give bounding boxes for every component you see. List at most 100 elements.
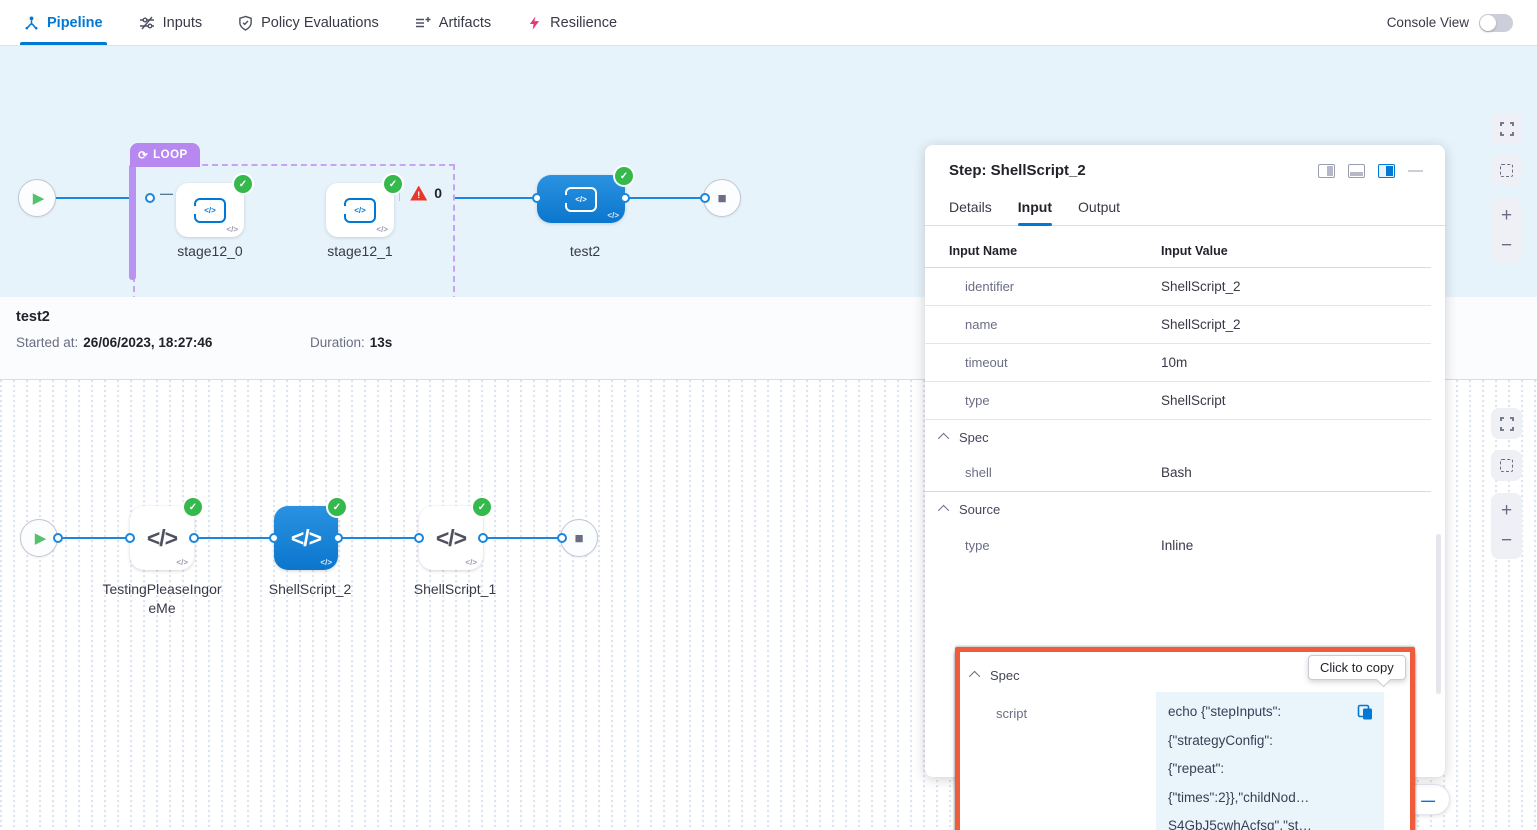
zoom-out-button[interactable]: − (1501, 530, 1512, 552)
error-count: 0 (434, 185, 442, 201)
section-title: Spec (959, 430, 989, 445)
layout-right-active-icon[interactable] (1378, 164, 1395, 178)
collapse-panel-icon[interactable]: — (1421, 792, 1435, 808)
play-icon: ▶ (33, 189, 45, 207)
input-value[interactable]: Bash (1161, 465, 1192, 480)
step-node-testingpleaseingoreme[interactable]: </> ✓ </> (130, 506, 194, 570)
panel-body: Input Name Input Value identifier ShellS… (925, 234, 1445, 768)
input-value[interactable]: Inline (1161, 538, 1193, 553)
inputs-icon (139, 15, 155, 31)
connection-dot (189, 533, 199, 543)
success-badge-icon: ✓ (384, 175, 402, 193)
stage-duration: Duration: 13s (310, 335, 392, 350)
table-row: type Inline (925, 526, 1431, 564)
input-name: script (960, 692, 1156, 830)
step-node-shellscript-1[interactable]: </> ✓ </> (419, 506, 483, 570)
connection-dot (269, 533, 279, 543)
execution-tabs: Pipeline Inputs Policy Evaluations Artif… (24, 0, 617, 45)
step-node-label: ShellScript_2 (250, 580, 370, 599)
tab-inputs-label: Inputs (163, 15, 203, 31)
section-source[interactable]: Source (925, 492, 1445, 526)
tab-resilience[interactable]: Resilience (527, 0, 617, 45)
code-mini-icon: </> (465, 558, 477, 567)
loop-badge-label: LOOP (153, 149, 188, 161)
stage-node-test2-selected[interactable]: </> ✓ </> (537, 175, 625, 223)
stage-node-stage12-0[interactable]: </> ✓ </> (176, 183, 244, 237)
script-line: {"strategyConfig": (1168, 727, 1372, 756)
script-line: {"repeat": (1168, 755, 1372, 784)
input-name: type (925, 393, 1161, 408)
zoom-in-button[interactable]: + (1501, 500, 1512, 522)
script-value-block[interactable]: echo {"stepInputs": {"strategyConfig": {… (1156, 692, 1384, 830)
tab-input[interactable]: Input (1018, 199, 1052, 225)
minimize-panel-icon[interactable]: — (1408, 162, 1423, 179)
stage-node-label: stage12_1 (300, 242, 420, 261)
input-value[interactable]: ShellScript_2 (1161, 279, 1241, 294)
tab-policy-evaluations[interactable]: Policy Evaluations (238, 0, 379, 45)
tab-artifacts-label: Artifacts (439, 15, 491, 31)
custom-stage-icon: </> (194, 198, 226, 223)
column-input-name: Input Name (925, 244, 1161, 258)
fullscreen-button[interactable] (1491, 408, 1522, 439)
selection-mode-button[interactable] (1491, 450, 1522, 481)
console-view-toggle[interactable] (1479, 14, 1513, 32)
input-name: name (925, 317, 1161, 332)
loop-badge: ⟳ LOOP (130, 143, 200, 167)
chevron-up-icon (938, 505, 949, 516)
zoom-control: + − (1491, 493, 1522, 559)
marquee-icon (1500, 459, 1513, 472)
zoom-in-button[interactable]: + (1501, 205, 1512, 227)
top-navigation-bar: Pipeline Inputs Policy Evaluations Artif… (0, 0, 1537, 46)
stage-node-label: stage12_0 (150, 242, 270, 261)
layout-bottom-icon[interactable] (1348, 164, 1365, 178)
stage-node-stage12-1[interactable]: </> ✓ </> (326, 183, 394, 237)
edge (194, 537, 274, 539)
selection-mode-button[interactable] (1491, 155, 1522, 186)
collapse-stage-icon[interactable]: — (160, 186, 173, 201)
resilience-icon (527, 15, 542, 31)
input-value[interactable]: 10m (1161, 355, 1187, 370)
step-node-label: TestingPleaseIngoreMe (102, 580, 222, 618)
success-badge-icon: ✓ (234, 175, 252, 193)
step-node-shellscript-2-selected[interactable]: </> ✓ </> (274, 506, 338, 570)
edge-test2-to-end (625, 197, 705, 199)
fullscreen-button[interactable] (1491, 113, 1522, 144)
tab-pipeline[interactable]: Pipeline (24, 0, 103, 45)
tab-artifacts[interactable]: Artifacts (415, 0, 491, 45)
marquee-icon (1500, 164, 1513, 177)
loop-accent-bar (129, 164, 136, 280)
tab-output[interactable]: Output (1078, 199, 1120, 225)
stage-start-node[interactable]: ▶ (18, 179, 56, 217)
code-mini-icon: </> (376, 225, 388, 234)
started-value: 26/06/2023, 18:27:46 (83, 335, 212, 350)
tab-policy-evaluations-label: Policy Evaluations (261, 15, 379, 31)
tab-resilience-label: Resilience (550, 15, 617, 31)
copy-icon[interactable] (1357, 703, 1374, 732)
custom-stage-icon: </> (344, 198, 376, 223)
pipeline-icon (24, 15, 39, 31)
edge-start-to-loop (56, 197, 133, 199)
success-badge-icon: ✓ (328, 498, 346, 516)
tab-inputs[interactable]: Inputs (139, 0, 203, 45)
section-spec[interactable]: Spec (925, 420, 1445, 454)
error-count-icon: ! (410, 186, 427, 201)
panel-scrollbar[interactable] (1436, 534, 1441, 694)
input-value[interactable]: ShellScript_2 (1161, 317, 1241, 332)
tab-details[interactable]: Details (949, 199, 992, 225)
table-row: identifier ShellScript_2 (925, 268, 1431, 306)
success-badge-icon: ✓ (184, 498, 202, 516)
shield-check-icon (238, 15, 253, 31)
column-input-value: Input Value (1161, 244, 1228, 258)
success-badge-icon: ✓ (473, 498, 491, 516)
table-row: shell Bash (925, 454, 1431, 492)
layout-right-icon[interactable] (1318, 164, 1335, 178)
script-row: script echo {"stepInputs": {"strategyCon… (960, 692, 1410, 830)
section-title: Source (959, 502, 1000, 517)
connection-dot (532, 193, 542, 203)
input-table-header: Input Name Input Value (925, 234, 1431, 268)
duration-label: Duration: (310, 335, 365, 350)
pipeline-execution-page: Pipeline Inputs Policy Evaluations Artif… (0, 0, 1537, 830)
zoom-out-button[interactable]: − (1501, 235, 1512, 257)
code-mini-icon: </> (226, 225, 238, 234)
input-value[interactable]: ShellScript (1161, 393, 1226, 408)
